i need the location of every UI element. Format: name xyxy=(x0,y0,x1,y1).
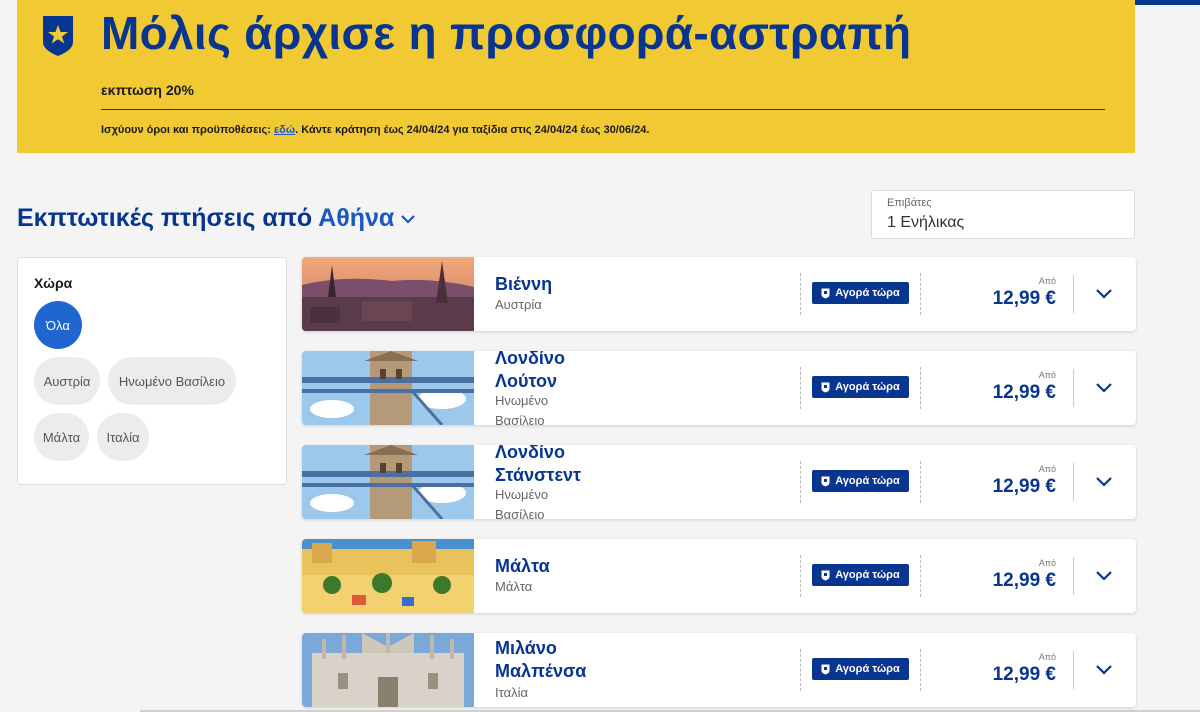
chevron-down-icon[interactable] xyxy=(1095,378,1113,396)
flight-destination: Μάλτα xyxy=(495,556,550,576)
flight-card-london-stansted[interactable]: Λονδίνο Στάνστεντ Ηνωμένο Βασίλειο Αγορά… xyxy=(302,445,1136,519)
destination-image-milan xyxy=(302,633,474,707)
buy-now-button[interactable]: Αγορά τώρα xyxy=(812,470,909,492)
buy-now-label: Αγορά τώρα xyxy=(835,381,900,393)
flight-card-vienna[interactable]: Βιέννη Αυστρία Αγορά τώρα Από 12,99 € xyxy=(302,257,1136,331)
price-from-label: Από xyxy=(1038,558,1056,568)
flight-destination: Λονδίνο Στάνστεντ xyxy=(495,445,582,485)
flight-destination: Μιλάνο Μαλπένσα xyxy=(495,638,587,681)
flight-price: 12,99 € xyxy=(992,288,1056,309)
divider xyxy=(800,461,801,503)
divider xyxy=(800,555,801,597)
buy-now-label: Αγορά τώρα xyxy=(835,287,900,299)
top-accent-bar xyxy=(1135,0,1200,5)
buy-now-button[interactable]: Αγορά τώρα xyxy=(812,564,909,586)
divider xyxy=(1073,557,1074,595)
flight-price: 12,99 € xyxy=(992,664,1056,685)
passengers-value: 1 Ενήλικας xyxy=(887,214,965,231)
flash-sale-banner: Μόλις άρχισε η προσφορά-αστραπή εκπτωση … xyxy=(17,0,1135,153)
passengers-selector[interactable]: Επιβάτες 1 Ενήλικας xyxy=(871,190,1135,239)
chip-all[interactable]: Όλα xyxy=(34,301,82,349)
divider xyxy=(1073,651,1074,689)
divider xyxy=(800,649,801,691)
terms-prefix: Ισχύουν όροι και προϋποθέσεις: xyxy=(101,124,274,136)
divider xyxy=(1073,463,1074,501)
buy-now-button[interactable]: Αγορά τώρα xyxy=(812,658,909,680)
flight-price: 12,99 € xyxy=(992,570,1056,591)
chevron-down-icon[interactable] xyxy=(1095,284,1113,302)
flight-country: Μάλτα xyxy=(495,579,533,594)
destination-image-london-stansted xyxy=(302,445,474,519)
destination-image-malta xyxy=(302,539,474,613)
divider xyxy=(920,555,921,597)
chip-united-kingdom[interactable]: Ηνωμένο Βασίλειο xyxy=(108,357,236,405)
flight-destination: Βιέννη xyxy=(495,274,553,294)
buy-now-label: Αγορά τώρα xyxy=(835,475,900,487)
price-from-label: Από xyxy=(1038,276,1056,286)
origin-city-selector[interactable]: Αθήνα xyxy=(318,204,394,232)
promo-title: Μόλις άρχισε η προσφορά-αστραπή xyxy=(101,7,912,59)
flight-country: Ιταλία xyxy=(495,685,528,700)
flight-price: 12,99 € xyxy=(992,476,1056,497)
flight-country: Αυστρία xyxy=(495,297,542,312)
divider xyxy=(800,367,801,409)
flight-country: Ηνωμένο Βασίλειο xyxy=(495,393,549,425)
chip-malta[interactable]: Μάλτα xyxy=(34,413,89,461)
chip-italy[interactable]: Ιταλία xyxy=(97,413,149,461)
buy-now-label: Αγορά τώρα xyxy=(835,663,900,675)
page-title-prefix: Εκπτωτικές πτήσεις από xyxy=(17,204,319,232)
flight-destination: Λονδίνο Λούτον xyxy=(495,351,565,391)
divider xyxy=(1073,369,1074,407)
chevron-down-icon[interactable] xyxy=(1095,660,1113,678)
shield-icon xyxy=(821,664,830,674)
destination-image-london-luton xyxy=(302,351,474,425)
buy-now-button[interactable]: Αγορά τώρα xyxy=(812,376,909,398)
shield-star-icon xyxy=(43,16,73,56)
country-filter-panel: Χώρα Όλα Αυστρία Ηνωμένο Βασίλειο Μάλτα … xyxy=(17,257,287,485)
shield-icon xyxy=(821,570,830,580)
passengers-label: Επιβάτες xyxy=(887,197,932,209)
buy-now-button[interactable]: Αγορά τώρα xyxy=(812,282,909,304)
divider xyxy=(920,273,921,315)
divider xyxy=(920,649,921,691)
chevron-down-icon[interactable] xyxy=(1095,472,1113,490)
price-from-label: Από xyxy=(1038,370,1056,380)
promo-terms: Ισχύουν όροι και προϋποθέσεις: εδώ. Κάντ… xyxy=(101,124,649,136)
shield-icon xyxy=(821,288,830,298)
divider xyxy=(920,461,921,503)
page-title: Εκπτωτικές πτήσεις από Αθήνα xyxy=(17,204,416,233)
price-from-label: Από xyxy=(1038,652,1056,662)
flight-card-malta[interactable]: Μάλτα Μάλτα Αγορά τώρα Από 12,99 € xyxy=(302,539,1136,613)
destination-image-vienna xyxy=(302,257,474,331)
terms-link[interactable]: εδώ xyxy=(274,124,295,136)
filter-header: Χώρα xyxy=(34,275,73,291)
flight-country: Ηνωμένο Βασίλειο xyxy=(495,487,549,519)
buy-now-label: Αγορά τώρα xyxy=(835,569,900,581)
chevron-down-icon[interactable] xyxy=(400,214,416,224)
promo-subtitle: εκπτωση 20% xyxy=(101,82,194,98)
flight-card-milan-malpensa[interactable]: Μιλάνο Μαλπένσα Ιταλία Αγορά τώρα Από 12… xyxy=(302,633,1136,707)
promo-divider xyxy=(101,109,1105,110)
shield-icon xyxy=(821,476,830,486)
chevron-down-icon[interactable] xyxy=(1095,566,1113,584)
divider xyxy=(920,367,921,409)
terms-suffix: . Κάντε κράτηση έως 24/04/24 για ταξίδια… xyxy=(295,124,650,136)
divider xyxy=(800,273,801,315)
price-from-label: Από xyxy=(1038,464,1056,474)
shield-icon xyxy=(821,382,830,392)
divider xyxy=(1073,275,1074,313)
flight-card-london-luton[interactable]: Λονδίνο Λούτον Ηνωμένο Βασίλειο Αγορά τώ… xyxy=(302,351,1136,425)
chip-austria[interactable]: Αυστρία xyxy=(34,357,100,405)
flight-price: 12,99 € xyxy=(992,382,1056,403)
